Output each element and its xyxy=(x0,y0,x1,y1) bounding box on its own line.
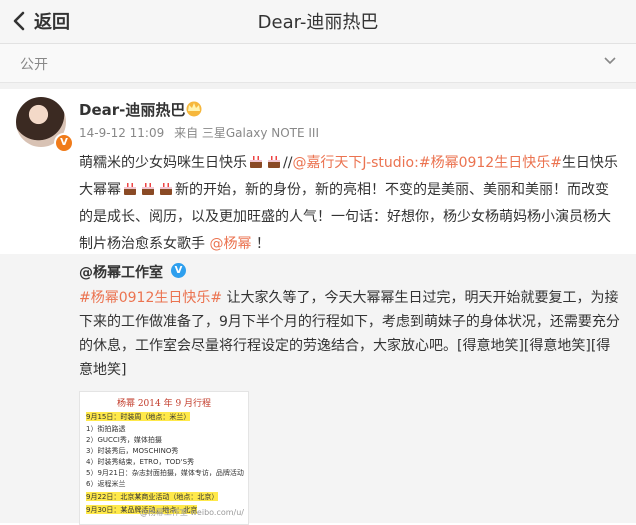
page-title: Dear-迪丽热巴 xyxy=(257,12,379,33)
image-watermark: @杨幂工作室 weibo.com/u/ xyxy=(139,508,244,517)
verified-blue-icon: V xyxy=(171,263,186,278)
crown-icon xyxy=(186,101,202,117)
visibility-selector[interactable]: 公开 xyxy=(0,44,636,83)
image-line: 3）时装秀后，MOSCHINO秀 xyxy=(86,447,179,455)
cake-icon xyxy=(142,183,154,195)
repost-body: #杨幂0912生日快乐# 让大家久等了，今天大幂幂生日过完，明天开始就要复工，为… xyxy=(79,286,624,382)
mention-link[interactable]: @杨幂 xyxy=(209,236,251,252)
post-text-segment: ！ xyxy=(251,236,270,252)
chevron-down-icon xyxy=(604,57,616,65)
image-line: 9月22日：北京某商业活动（地点：北京） xyxy=(86,492,219,501)
section-divider xyxy=(0,83,636,89)
post-timestamp: 14-9-12 11:09 xyxy=(79,126,165,140)
hashtag-link[interactable]: #杨幂0912生日快乐# xyxy=(419,155,562,171)
cake-icon xyxy=(124,183,136,195)
post-meta: 14-9-12 11:09 来自 三星Galaxy NOTE III xyxy=(79,124,325,141)
top-nav-bar: 返回 Dear-迪丽热巴 xyxy=(0,0,636,44)
post-username[interactable]: Dear-迪丽热巴 xyxy=(79,99,185,120)
image-line: 2）GUCCI秀，媒体拍摄 xyxy=(86,436,162,444)
image-line: 5）9月21日：杂志封面拍摄，媒体专访，品牌活动 xyxy=(86,469,244,477)
reposted-card[interactable]: @杨幂工作室 V #杨幂0912生日快乐# 让大家久等了，今天大幂幂生日过完，明… xyxy=(0,254,636,525)
cake-icon xyxy=(268,156,280,168)
cake-icon xyxy=(250,156,262,168)
image-line: 6）返程米兰 xyxy=(86,480,126,488)
schedule-image-thumbnail[interactable]: 杨幂 2014 年 9 月行程 9月15日：时装周（地点：米兰） 1）街拍路透 … xyxy=(79,391,249,525)
visibility-label: 公开 xyxy=(20,57,48,73)
mention-link[interactable]: @嘉行天下J-studio xyxy=(292,155,414,171)
image-title: 杨幂 2014 年 9 月行程 xyxy=(116,399,212,409)
image-line: 9月15日：时装周（地点：米兰） xyxy=(86,412,191,421)
image-line: 4）时装秀结束，ETRO，TOD'S秀 xyxy=(86,458,195,466)
post-text-segment: 萌糯米的少女妈咪生日快乐 xyxy=(79,155,247,171)
image-line: 1）街拍路透 xyxy=(86,425,126,433)
repost-username[interactable]: @杨幂工作室 xyxy=(79,262,163,282)
hashtag-link[interactable]: #杨幂0912生日快乐# xyxy=(79,290,222,306)
post-body: 萌糯米的少女妈咪生日快乐//@嘉行天下J-studio:#杨幂0912生日快乐#… xyxy=(79,150,619,258)
cake-icon xyxy=(160,183,172,195)
verified-badge-icon: V xyxy=(54,133,74,153)
post-source: 来自 三星Galaxy NOTE III xyxy=(174,126,320,140)
